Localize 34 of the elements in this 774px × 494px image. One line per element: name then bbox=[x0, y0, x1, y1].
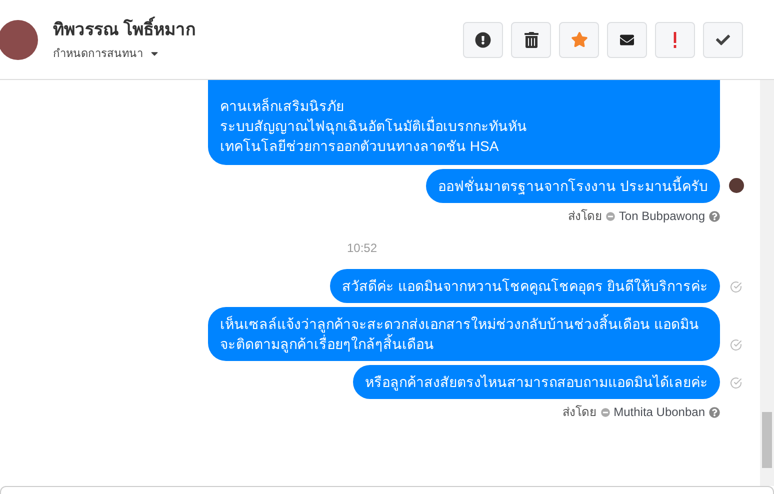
avatar-photo bbox=[0, 20, 38, 60]
help-icon bbox=[709, 210, 720, 222]
help-icon bbox=[709, 406, 720, 418]
sent-check-icon bbox=[730, 339, 742, 351]
scrollbar[interactable] bbox=[760, 80, 774, 486]
alert-icon bbox=[475, 32, 491, 48]
envelope-icon bbox=[619, 32, 635, 46]
alert-button[interactable] bbox=[463, 22, 503, 58]
star-icon bbox=[570, 31, 588, 48]
trash-icon bbox=[524, 32, 538, 48]
done-button[interactable] bbox=[703, 22, 743, 58]
sender-name: Muthita Ubonban bbox=[614, 404, 705, 421]
trash-button[interactable] bbox=[511, 22, 551, 58]
sender-status-icon bbox=[600, 408, 610, 416]
avatar-icon bbox=[728, 178, 744, 193]
check-icon bbox=[716, 32, 730, 46]
timestamp: 10:52 bbox=[346, 240, 378, 257]
sent-check-icon bbox=[730, 281, 742, 293]
composer-field[interactable] bbox=[0, 486, 774, 494]
contact-name: ทิพวรรณ โพธิ์หมาก bbox=[53, 17, 196, 42]
sender-name: Ton Bubpawong bbox=[618, 208, 705, 225]
conversation-menu[interactable]: กำหนดการสนทนา bbox=[53, 46, 196, 62]
message-bubble: เห็นเซลล์แจ้งว่าลูกค้าจะสะดวกส่งเอกสารใหม่ช่วงกลับบ้านช่วงสิ้นเดือน แอดมินจะติดตามลูกค้าเรื่อยๆใกล้ๆสิ้นเดือน bbox=[208, 307, 720, 361]
message-bubble: หรือลูกค้าสงสัยตรงไหนสามารถสอบถามแอดมินได้เลยค่ะ bbox=[353, 365, 720, 399]
sender-status-icon bbox=[606, 212, 615, 220]
message-bubble: ออฟชั่นมาตรฐานจากโรงงาน ประมานนี้ครับ bbox=[426, 169, 720, 203]
star-button[interactable] bbox=[559, 22, 599, 58]
message-bubble: คานเหล็กเสริมนิรภัย ระบบสัญญาณไฟฉุกเฉินอัตโนมัติเมื่อเบรกกะทันหัน เทคโนโลยีช่วยการออกตัวบนทางลาดชัน HSA bbox=[208, 80, 720, 165]
sent-by-label: ส่งโดย bbox=[562, 404, 597, 421]
sent-check-icon bbox=[730, 377, 742, 389]
exclamation-icon bbox=[673, 32, 677, 48]
message-bubble: สวัสดีค่ะ แอดมินจากหวานโชคคูณโชคอุดร ยินดีให้บริการค่ะ bbox=[330, 269, 720, 303]
mail-button[interactable] bbox=[607, 22, 647, 58]
sent-by-label: ส่งโดย bbox=[568, 208, 602, 225]
